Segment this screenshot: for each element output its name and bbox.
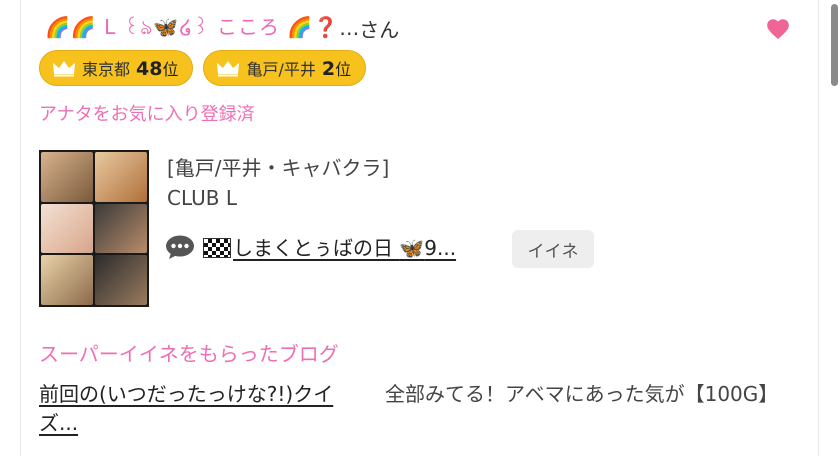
crown-icon: [217, 61, 240, 77]
badge-area: 亀戸/平井: [246, 60, 316, 79]
speech-bubble-icon: [166, 235, 194, 259]
ranking-badge-tokyo[interactable]: 東京都 48位: [39, 50, 194, 86]
ranking-badges: 東京都 48位 亀戸/平井 2位: [39, 50, 367, 86]
message-link[interactable]: しまくとぅばの日 🦋9...: [203, 232, 456, 261]
thumbnail-photo: [41, 255, 93, 305]
cast-name[interactable]: 🌈🌈 L ꒰ঌ🦋໒꒱ こころ 🌈❓ … さん: [45, 12, 399, 44]
cast-name-suffix: さん: [359, 17, 400, 42]
super-iine-heading: スーパーイイネをもらったブログ: [39, 342, 339, 366]
blog-link-right[interactable]: 全部みてる！アベマにあった気が【100G】: [385, 380, 785, 409]
cast-name-ellipsis: …: [339, 16, 360, 40]
favorite-status-label: アナタをお気に入り登録済: [39, 104, 255, 125]
ranking-badge-kameido[interactable]: 亀戸/平井 2位: [203, 50, 367, 86]
blog-link-left[interactable]: 前回の(いつだったっけな?!)クイズ...: [39, 380, 369, 438]
thumbnail-photo: [95, 255, 147, 305]
shop-category: [亀戸/平井・キャバクラ]: [167, 156, 390, 180]
latest-message: しまくとぅばの日 🦋9...: [165, 232, 456, 261]
butterfly-emoji: 🦋: [399, 236, 425, 260]
crown-icon: [53, 61, 75, 77]
message-text: しまくとぅばの日: [233, 236, 400, 260]
thumbnail-photo: [41, 152, 93, 202]
scrollbar[interactable]: [831, 4, 838, 86]
cast-name-decorated: 🌈🌈 L ꒰ঌ🦋໒꒱ こころ 🌈❓: [45, 14, 340, 39]
message-tail: 9...: [424, 236, 457, 260]
shop-name[interactable]: CLUB L: [167, 186, 237, 210]
badge-rank: 2: [321, 58, 336, 80]
cast-thumbnail[interactable]: [39, 150, 149, 307]
iine-button[interactable]: イイネ: [512, 230, 594, 268]
thumbnail-photo: [95, 152, 147, 202]
favorite-heart-icon[interactable]: [765, 16, 791, 42]
badge-rank-suffix: 位: [335, 60, 352, 79]
badge-rank-suffix: 位: [162, 60, 179, 79]
badge-rank: 48: [136, 58, 163, 80]
thumbnail-photo: [41, 203, 93, 254]
thumbnail-photo: [95, 203, 147, 254]
cast-card: 🌈🌈 L ꒰ঌ🦋໒꒱ こころ 🌈❓ … さん 東京都 48位 亀戸/平井 2位 …: [20, 0, 819, 456]
badge-area: 東京都: [82, 60, 131, 79]
checkered-flag-icon: [203, 238, 231, 258]
